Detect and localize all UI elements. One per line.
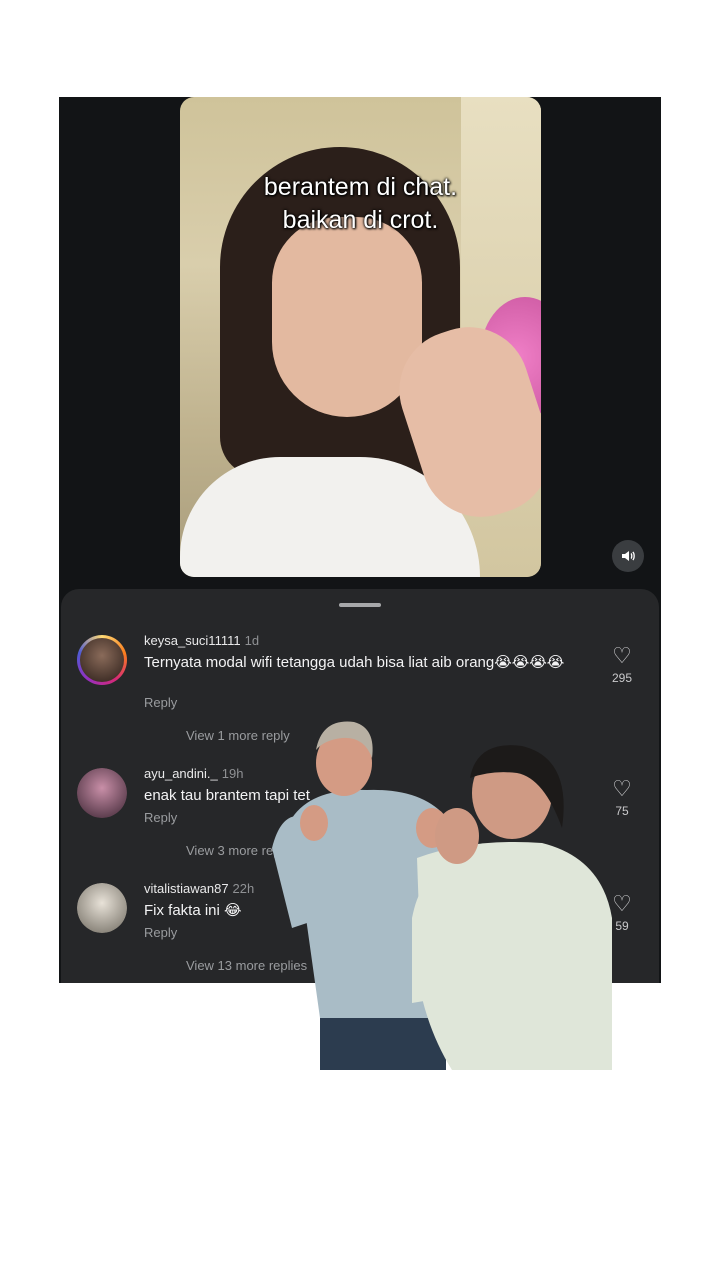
avatar[interactable] — [77, 768, 127, 818]
comment-username[interactable]: vitalistiawan87 — [144, 881, 229, 896]
view-more-replies[interactable]: View 3 more rep — [186, 843, 280, 858]
reply-button[interactable]: Reply — [144, 695, 177, 710]
reply-button[interactable]: Reply — [144, 810, 177, 825]
video-player[interactable]: berantem di chat. baikan di crot. — [180, 97, 541, 577]
like-button[interactable]: ♡ 295 — [607, 643, 637, 686]
reaction-sticker-two-men — [272, 721, 612, 1070]
like-count: 295 — [611, 671, 633, 685]
sheet-drag-handle[interactable] — [339, 603, 381, 607]
comment-meta: vitalistiawan87 22h — [144, 881, 254, 896]
comment-meta: ayu_andini._ 19h — [144, 766, 243, 781]
comment-username[interactable]: ayu_andini._ — [144, 766, 218, 781]
comment-username[interactable]: keysa_suci11111 — [144, 633, 241, 648]
avatar[interactable] — [77, 883, 127, 933]
heart-icon: ♡ — [612, 643, 632, 668]
comment-time: 1d — [244, 633, 260, 648]
avatar[interactable] — [77, 635, 127, 685]
video-caption: berantem di chat. baikan di crot. — [263, 173, 458, 234]
speaker-icon — [622, 551, 635, 561]
comment-text: Ternyata modal wifi tetangga udah bisa l… — [144, 654, 565, 671]
sound-toggle-button[interactable] — [612, 540, 644, 572]
comment-time: 19h — [221, 766, 244, 781]
comment-meta: keysa_suci11111 1d — [144, 633, 259, 648]
comment-time: 22h — [232, 881, 255, 896]
reply-button[interactable]: Reply — [144, 925, 177, 940]
